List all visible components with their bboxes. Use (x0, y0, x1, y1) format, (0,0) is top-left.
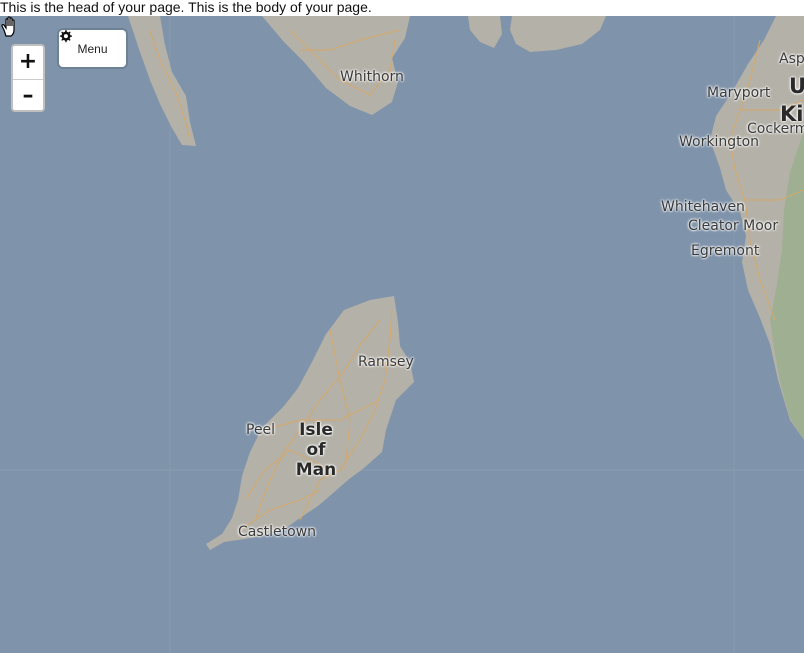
label-maryport: Maryport (707, 85, 771, 101)
label-castletown: Castletown (238, 524, 317, 540)
label-aspatria: Asp (779, 51, 804, 67)
label-uk-line1: U (789, 74, 804, 98)
sea (0, 16, 804, 653)
menu-button[interactable]: Menu (59, 30, 126, 67)
gear-icon (59, 30, 72, 43)
page-text: This is the head of your page. This is t… (0, 0, 804, 16)
map-canvas[interactable] (0, 16, 804, 653)
map[interactable]: + – Menu Whithorn Asp U Maryport Ki Cock… (0, 16, 804, 653)
label-workington: Workington (679, 134, 760, 150)
menu-label: Menu (77, 41, 108, 56)
label-peel: Peel (246, 422, 276, 438)
label-isle-line1: Isle (299, 420, 333, 440)
zoom-in-button[interactable]: + (13, 46, 43, 80)
label-isle-of-man: Isle of Man (294, 420, 338, 480)
label-isle-line2: of (306, 440, 326, 460)
label-whitehaven: Whitehaven (661, 199, 745, 215)
label-isle-line3: Man (295, 460, 337, 480)
zoom-out-button[interactable]: – (13, 80, 43, 112)
label-whithorn: Whithorn (340, 69, 404, 85)
hand-cursor-icon (1, 16, 15, 37)
zoom-control: + – (11, 44, 45, 112)
label-egremont: Egremont (691, 243, 760, 259)
label-ramsey: Ramsey (358, 354, 414, 370)
label-cleator-moor: Cleator Moor (688, 218, 779, 234)
